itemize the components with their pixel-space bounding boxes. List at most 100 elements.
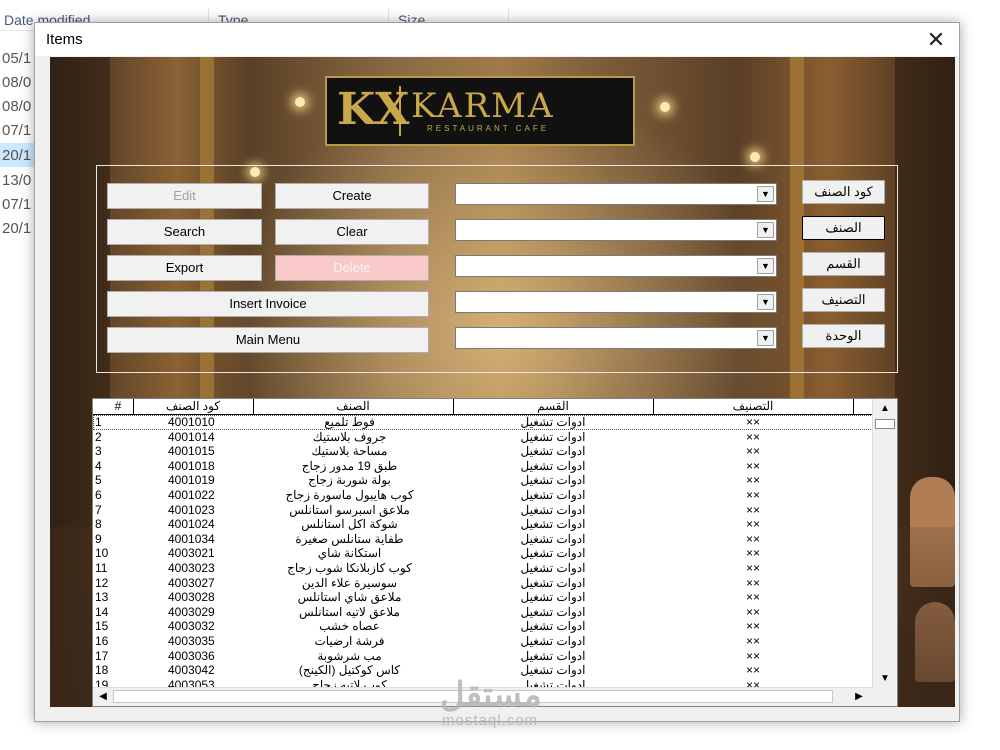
item-code-combo[interactable]: ▼ [455,183,777,205]
row-number: 5 [95,473,102,488]
table-row[interactable]: 2 4001014 جروف بلاستيك ادوات تشغيل ×× [93,430,873,445]
row-item-code: 4003028 [168,590,215,605]
row-item-code: 4003029 [168,604,215,619]
department-label: القسم [802,252,885,276]
row-number: 7 [95,502,102,517]
row-item-code: 4001010 [168,415,215,429]
explorer-date[interactable]: 20/1 [2,220,31,237]
row-category: ×× [745,473,760,488]
scroll-thumb[interactable] [875,419,895,429]
edit-button[interactable]: Edit [107,183,262,209]
items-dialog: Items ✕ KX KARMA RESTAURANT CAFE Edit Cr… [34,22,960,722]
header-category: التصنيف [732,399,774,413]
chevron-down-icon[interactable]: ▼ [757,294,774,310]
row-department: ادوات تشغيل [520,590,586,605]
table-row[interactable]: 13 4003028 ملاعق شاي استانلس ادوات تشغيل ×× [93,590,873,605]
row-item-name: سوسيرة علاء الدين [301,575,398,590]
row-item-code: 4001022 [168,488,215,502]
unit-combo[interactable]: ▼ [455,327,777,349]
items-listbox[interactable]: # كود الصنف الصنف القسم التصنيف 1 4001010… [92,398,898,707]
karma-logo: KX KARMA RESTAURANT CAFE [325,76,635,146]
explorer-date[interactable]: 13/0 [2,172,31,189]
clear-button[interactable]: Clear [275,219,429,245]
category-combo[interactable]: ▼ [455,291,777,313]
row-category: ×× [745,561,760,575]
logo-name: KARMA [411,86,555,126]
row-category: ×× [745,429,760,444]
row-category: ×× [745,648,760,663]
insert-invoice-button[interactable]: Insert Invoice [107,291,429,317]
table-row[interactable]: 3 4001015 مساحة بلاستيك ادوات تشغيل ×× [93,444,873,459]
explorer-date[interactable]: 05/1 [2,50,31,67]
row-department: ادوات تشغيل [520,444,586,459]
row-category: ×× [745,444,760,459]
row-item-code: 4001019 [168,473,215,488]
row-item-code: 4003042 [168,663,215,678]
row-item-code: 4003027 [168,575,215,590]
close-icon[interactable]: ✕ [913,23,959,56]
chevron-down-icon[interactable]: ▼ [757,258,774,274]
table-row[interactable]: 7 4001023 ملاعق اسبرسو استانلس ادوات تشغيل ×… [93,503,873,518]
export-button[interactable]: Export [107,255,262,281]
table-row[interactable]: 17 4003036 مب شرشوبة ادوات تشغيل ×× [93,649,873,664]
table-row[interactable]: 10 4003021 استكانة شاي ادوات تشغيل ×× [93,546,873,561]
scroll-down-icon[interactable]: ▼ [875,671,895,687]
row-number: 3 [95,444,102,459]
item-code-label: كود الصنف [802,180,885,204]
table-row[interactable]: 5 4001019 بولة شوربة زجاج ادوات تشغيل ×× [93,473,873,488]
ceiling-light [295,97,305,107]
row-item-name: كوب كازبلانكا شوب زجاج [287,561,412,575]
delete-button[interactable]: Delete [275,255,429,281]
chevron-down-icon[interactable]: ▼ [757,330,774,346]
row-number: 11 [95,561,108,575]
table-row[interactable]: 14 4003029 ملاعق لاتيه استانلس ادوات تشغيل ×… [93,605,873,620]
scroll-right-icon[interactable]: ▶ [851,689,867,705]
scroll-up-icon[interactable]: ▲ [875,401,895,417]
explorer-date[interactable]: 20/1 [2,147,31,164]
row-number: 1 [95,415,102,429]
search-button[interactable]: Search [107,219,262,245]
logo-divider [399,86,401,136]
row-item-name: مب شرشوبة [317,648,382,663]
logo-mark: KX [337,84,410,135]
row-number: 15 [95,619,109,634]
row-item-name: شوكة اكل استانلس [301,517,398,532]
explorer-date[interactable]: 08/0 [2,74,31,91]
table-row[interactable]: 6 4001022 كوب هايبول ماسورة زجاج ادوات تشغي… [93,488,873,503]
row-item-code: 4001023 [168,502,215,517]
explorer-date[interactable]: 07/1 [2,122,31,139]
table-row[interactable]: 1 4001010 فوط تلميع ادوات تشغيل ×× [93,415,873,430]
table-row[interactable]: 9 4001034 طفاية ستانلس صغيرة ادوات تشغيل ×× [93,532,873,547]
row-item-name: فرشة ارضيات [314,634,385,648]
table-row[interactable]: 16 4003035 فرشة ارضيات ادوات تشغيل ×× [93,634,873,649]
department-combo[interactable]: ▼ [455,255,777,277]
row-department: ادوات تشغيل [520,502,586,517]
row-category: ×× [745,604,760,619]
row-department: ادوات تشغيل [520,619,586,634]
table-row[interactable]: 8 4001024 شوكة اكل استانلس ادوات تشغيل ×× [93,517,873,532]
row-category: ×× [745,634,760,648]
table-row[interactable]: 4 4001018 طبق 19 مدور زجاج ادوات تشغيل ×× [93,459,873,474]
create-button[interactable]: Create [275,183,429,209]
ceiling-light [750,152,760,162]
vertical-scrollbar[interactable]: ▲ ▼ [872,399,897,689]
row-department: ادوات تشغيل [520,517,586,532]
explorer-date[interactable]: 07/1 [2,196,31,213]
scroll-left-icon[interactable]: ◀ [95,689,111,705]
table-row[interactable]: 12 4003027 سوسيرة علاء الدين ادوات تشغيل ×× [93,576,873,591]
header-separator [853,399,854,414]
row-number: 18 [95,663,109,678]
chevron-down-icon[interactable]: ▼ [757,186,774,202]
table-row[interactable]: 15 4003032 عصاه خشب ادوات تشغيل ×× [93,619,873,634]
row-item-code: 4003032 [168,619,215,634]
chevron-down-icon[interactable]: ▼ [757,222,774,238]
title-bar[interactable]: Items ✕ [35,23,959,56]
item-name-combo[interactable]: ▼ [455,219,777,241]
row-item-name: مساحة بلاستيك [311,444,388,459]
row-item-name: ملاعق شاي استانلس [297,590,402,605]
main-menu-button[interactable]: Main Menu [107,327,429,353]
table-row[interactable]: 11 4003023 كوب كازبلانكا شوب زجاج ادوات تشغ… [93,561,873,576]
row-department: ادوات تشغيل [520,531,586,546]
row-category: ×× [745,619,760,634]
explorer-date[interactable]: 08/0 [2,98,31,115]
